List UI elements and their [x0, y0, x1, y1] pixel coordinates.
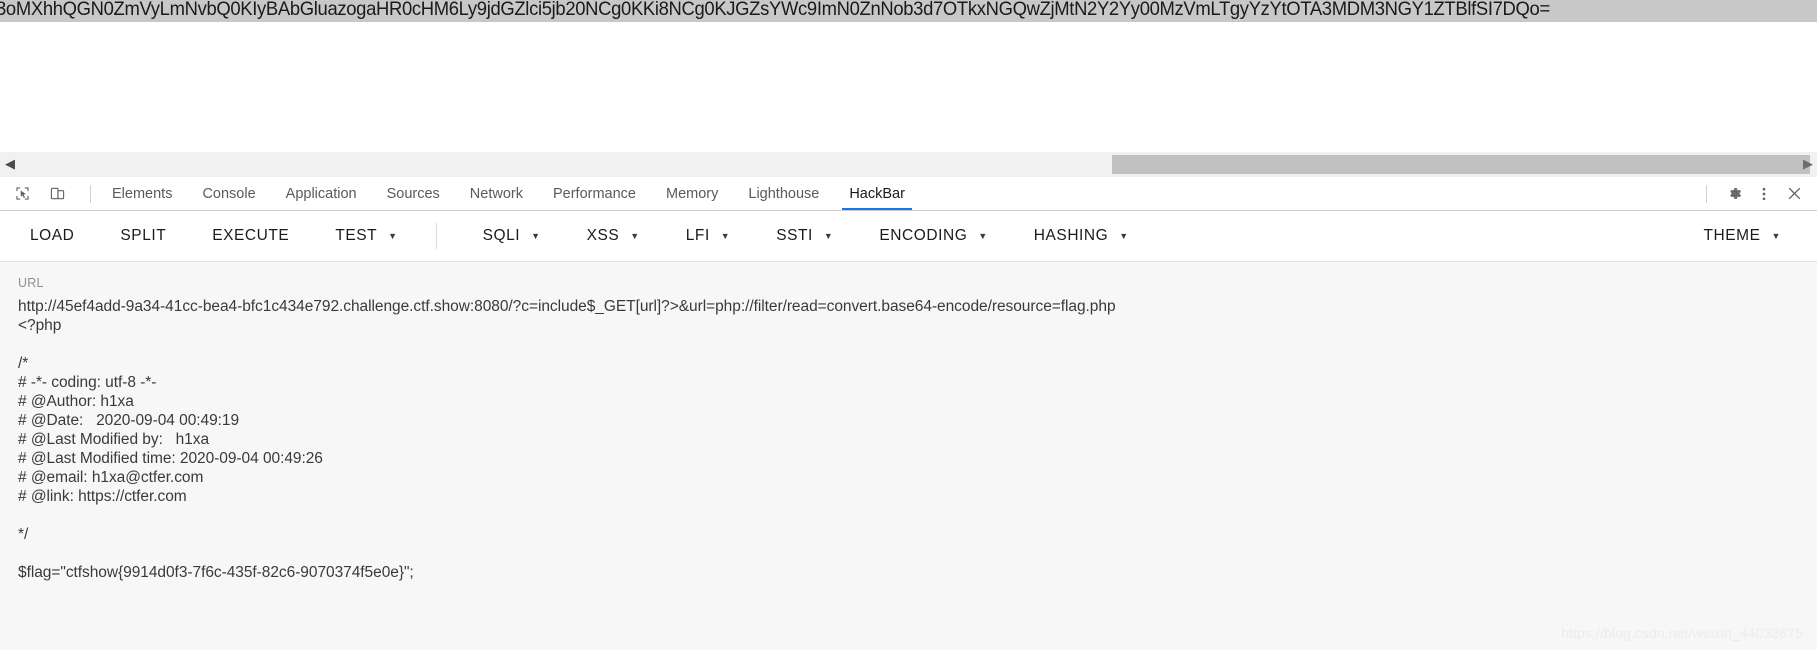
- inspect-element-icon[interactable]: [9, 181, 35, 207]
- chevron-down-icon: ▼: [388, 230, 398, 241]
- hackbar-ssti-menu[interactable]: SSTI ▼: [776, 227, 833, 245]
- scrollbar-thumb[interactable]: [1112, 155, 1810, 174]
- hackbar-toolbar: LOAD SPLIT EXECUTE TEST ▼ SQLI ▼ XSS ▼ L…: [0, 211, 1817, 262]
- chevron-down-icon: ▼: [978, 230, 988, 241]
- hackbar-load-button[interactable]: LOAD: [30, 227, 74, 245]
- tab-elements[interactable]: Elements: [97, 177, 187, 210]
- hackbar-xss-menu[interactable]: XSS ▼: [587, 227, 640, 245]
- button-label: HASHING: [1033, 227, 1109, 244]
- url-input[interactable]: http://45ef4add-9a34-41cc-bea4-bfc1c434e…: [18, 297, 1817, 316]
- tab-label: Network: [469, 185, 523, 202]
- tab-network[interactable]: Network: [455, 177, 538, 210]
- watermark-text: https://blog.csdn.net/weixin_44033675: [1561, 625, 1803, 641]
- tab-lighthouse[interactable]: Lighthouse: [733, 177, 834, 210]
- scroll-right-arrow-icon[interactable]: ▶: [1803, 157, 1815, 171]
- actions-divider: [1706, 184, 1707, 203]
- hackbar-hashing-menu[interactable]: HASHING ▼: [1034, 227, 1129, 245]
- button-label: SQLI: [482, 227, 521, 244]
- tab-label: Sources: [386, 185, 440, 202]
- tab-application[interactable]: Application: [271, 177, 372, 210]
- tab-label: Performance: [552, 185, 636, 202]
- button-label: SSTI: [776, 227, 813, 244]
- scroll-left-arrow-icon[interactable]: ◀: [5, 157, 17, 171]
- devtools-tabstrip: Elements Console Application Sources Net…: [0, 177, 1817, 211]
- hackbar-theme-menu[interactable]: THEME ▼: [1704, 227, 1781, 245]
- devtools-tabstrip-actions: [1706, 177, 1817, 210]
- button-label: ENCODING: [879, 227, 968, 244]
- tab-sources[interactable]: Sources: [372, 177, 455, 210]
- tab-memory[interactable]: Memory: [651, 177, 733, 210]
- toolbar-divider: [90, 184, 91, 203]
- devtools-tool-icons: [0, 181, 97, 207]
- button-label: THEME: [1703, 227, 1761, 244]
- chevron-down-icon: ▼: [720, 230, 731, 241]
- base64-selection-band: 3oMXhhQGN0ZmVyLmNvbQ0KIyBAbGluazogaHR0cH…: [0, 0, 1817, 22]
- chevron-down-icon: ▼: [531, 230, 541, 241]
- chevron-down-icon: ▼: [1119, 230, 1129, 241]
- rendered-page-area: 3oMXhhQGN0ZmVyLmNvbQ0KIyBAbGluazogaHR0cH…: [0, 0, 1817, 152]
- response-body-text: <?php /* # -*- coding: utf-8 -*- # @Auth…: [18, 317, 414, 581]
- button-label: XSS: [586, 227, 620, 244]
- tab-console[interactable]: Console: [187, 177, 270, 210]
- chevron-down-icon: ▼: [1771, 230, 1781, 241]
- hackbar-toolbar-right: THEME ▼: [1704, 211, 1781, 261]
- devtools-panel: Elements Console Application Sources Net…: [0, 177, 1817, 650]
- button-label: EXECUTE: [212, 227, 290, 244]
- chevron-down-icon: ▼: [630, 230, 640, 241]
- hackbar-lfi-menu[interactable]: LFI ▼: [686, 227, 731, 245]
- url-field-label: URL: [18, 276, 44, 290]
- hackbar-sqli-menu[interactable]: SQLI ▼: [483, 227, 541, 245]
- tab-label: Memory: [666, 185, 719, 202]
- hackbar-split-button[interactable]: SPLIT: [120, 227, 166, 245]
- hackbar-execute-button[interactable]: EXECUTE: [212, 227, 289, 245]
- close-icon[interactable]: [1779, 180, 1809, 208]
- more-vertical-icon[interactable]: [1749, 180, 1779, 208]
- hackbar-body: URL http://45ef4add-9a34-41cc-bea4-bfc1c…: [0, 262, 1817, 650]
- button-label: SPLIT: [120, 227, 167, 244]
- gear-icon[interactable]: [1719, 180, 1749, 208]
- chevron-down-icon: ▼: [823, 230, 834, 241]
- tab-hackbar[interactable]: HackBar: [834, 177, 920, 210]
- hackbar-encoding-menu[interactable]: ENCODING ▼: [879, 227, 987, 245]
- tab-label: Lighthouse: [748, 185, 820, 202]
- page-horizontal-scrollbar[interactable]: ◀ ▶: [0, 152, 1817, 178]
- tab-label: HackBar: [849, 185, 905, 202]
- tab-performance[interactable]: Performance: [538, 177, 651, 210]
- base64-response-text: 3oMXhhQGN0ZmVyLmNvbQ0KIyBAbGluazogaHR0cH…: [0, 0, 1550, 20]
- button-label: LOAD: [30, 227, 75, 244]
- devtools-tab-list: Elements Console Application Sources Net…: [97, 177, 920, 210]
- hackbar-toolbar-divider: [435, 223, 437, 249]
- tab-label: Console: [202, 185, 256, 202]
- tab-label: Elements: [112, 185, 173, 202]
- tab-label: Application: [285, 185, 357, 202]
- button-label: TEST: [335, 227, 378, 244]
- device-toolbar-icon[interactable]: [44, 181, 70, 207]
- hackbar-test-menu[interactable]: TEST ▼: [335, 227, 397, 245]
- button-label: LFI: [685, 227, 710, 244]
